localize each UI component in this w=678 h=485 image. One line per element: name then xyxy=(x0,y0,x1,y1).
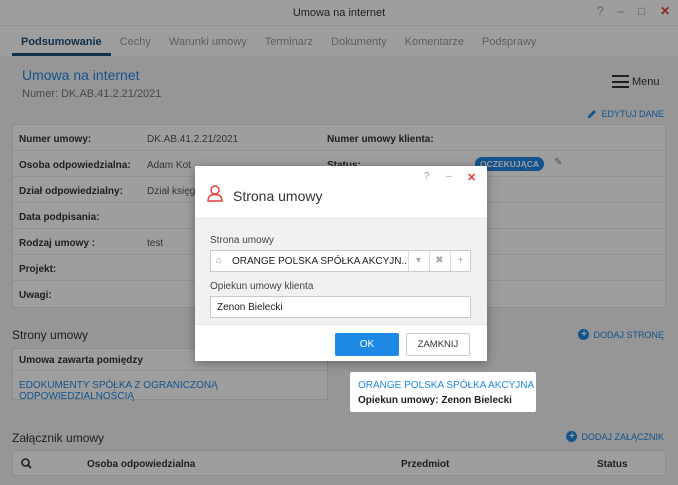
guardian-field-label: Opiekun umowy klienta xyxy=(210,281,314,292)
user-icon xyxy=(207,185,223,202)
party-select-value: ORANGE POLSKA SPÓŁKA AKCYJN... xyxy=(232,256,410,267)
ok-button[interactable]: OK xyxy=(335,333,399,356)
guardian-input[interactable]: Zenon Bielecki xyxy=(210,296,471,318)
clear-icon[interactable]: ✖ xyxy=(429,251,449,271)
party-select[interactable]: ⌂ ORANGE POLSKA SPÓŁKA AKCYJN... ▾ ✖ + xyxy=(210,250,471,272)
close-button[interactable]: ZAMKNIJ xyxy=(406,333,470,356)
minimize-icon[interactable]: – xyxy=(446,171,452,182)
dialog-title: Strona umowy xyxy=(233,188,323,204)
add-icon[interactable]: + xyxy=(450,251,470,271)
selected-party-card[interactable]: ORANGE POLSKA SPÓŁKA AKCYJNA Opiekun umo… xyxy=(350,372,536,412)
dialog-header: Strona umowy ? – ✕ xyxy=(195,166,487,218)
help-icon[interactable]: ? xyxy=(424,171,430,182)
party-guardian: Opiekun umowy: Zenon Bielecki xyxy=(358,395,512,406)
party-link-right[interactable]: ORANGE POLSKA SPÓŁKA AKCYJNA xyxy=(358,380,534,391)
party-dialog: Strona umowy ? – ✕ Strona umowy ⌂ ORANGE… xyxy=(195,166,487,361)
party-field-label: Strona umowy xyxy=(210,235,274,246)
chevron-down-icon[interactable]: ▾ xyxy=(408,251,428,271)
building-icon: ⌂ xyxy=(216,255,223,266)
close-icon[interactable]: ✕ xyxy=(467,171,476,184)
